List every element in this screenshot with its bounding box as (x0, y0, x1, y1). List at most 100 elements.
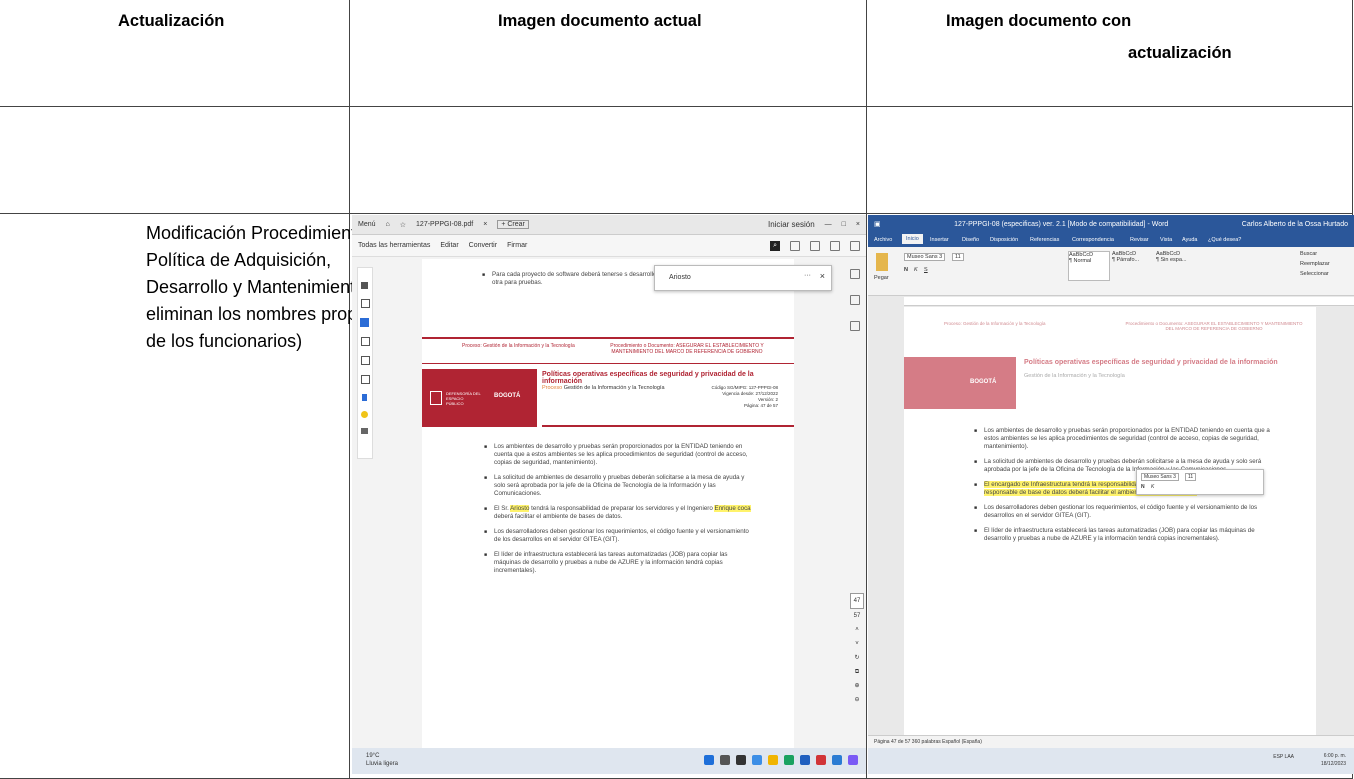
print-icon[interactable] (830, 240, 840, 251)
select-button[interactable]: Seleccionar (1300, 271, 1329, 277)
edge-icon[interactable] (784, 755, 794, 765)
mail-taskbar-icon[interactable] (816, 755, 826, 765)
ribbon-tab[interactable]: Diseño (962, 237, 979, 243)
ribbon-tab[interactable]: Disposición (990, 237, 1018, 243)
home-icon[interactable]: ⌂ (386, 221, 390, 228)
page-number[interactable]: 47 (850, 593, 864, 609)
chevron-down-icon[interactable]: ˅ (850, 637, 864, 651)
ribbon-tab[interactable]: Insertar (930, 237, 949, 243)
ribbon-tab[interactable]: Vista (1160, 237, 1172, 243)
copy-icon[interactable]: ⧉ (850, 665, 864, 679)
document-page: Actualización Imagen documento actual Im… (0, 0, 1354, 779)
pdf-page: Para cada proyecto de software deberá te… (422, 259, 794, 759)
save-icon[interactable]: ▣ (874, 220, 881, 228)
chrome-icon[interactable] (832, 755, 842, 765)
menu-button[interactable]: Menú (358, 221, 376, 228)
minimize-icon[interactable]: — (825, 221, 832, 228)
stamp-tool-icon[interactable] (361, 375, 370, 384)
find-popup: Ariosto ··· × (654, 265, 832, 291)
mini-italic-button[interactable]: K (1151, 484, 1154, 490)
ribbon-tab[interactable]: Archivo (874, 237, 892, 243)
start-icon[interactable] (704, 755, 714, 765)
paste-button[interactable]: Pegar (874, 275, 889, 281)
ribbon-tab[interactable]: Referencias (1030, 237, 1059, 243)
weather-temp: 19°C (366, 753, 380, 759)
mail-icon[interactable] (790, 240, 800, 251)
chevron-up-icon[interactable]: ˄ (850, 623, 864, 637)
column-header-current-image: Imagen documento actual (498, 12, 702, 30)
font-size-select[interactable]: 11 (952, 253, 964, 261)
store-icon[interactable] (800, 755, 810, 765)
logo-left: DEFENSORÍA DEL ESPACIO PÚBLICO (446, 391, 481, 406)
mini-size-select[interactable]: 11 (1185, 473, 1197, 481)
toolbar-edit[interactable]: Editar (440, 242, 458, 249)
tell-me-box[interactable]: ¿Qué desea? (1208, 237, 1241, 243)
bold-button[interactable]: N (904, 267, 908, 273)
select-tool-icon[interactable] (361, 282, 368, 289)
text-tool-icon[interactable] (361, 356, 370, 365)
column-header-updated-image: Imagen documento con (946, 12, 1132, 30)
weather-widget[interactable]: 19°C Lluvia ligera (366, 752, 398, 768)
task-view-icon[interactable] (736, 755, 746, 765)
style-no-spacing[interactable]: AaBbCcD ¶ Sin espa... (1156, 251, 1196, 279)
comments-icon[interactable] (850, 269, 860, 279)
toolbar-sign[interactable]: Firmar (507, 242, 527, 249)
ribbon-tab[interactable]: Ayuda (1182, 237, 1198, 243)
search-taskbar-icon[interactable] (720, 755, 730, 765)
more-tools-icon[interactable] (361, 428, 368, 434)
draw-tool-icon[interactable] (361, 337, 370, 346)
zoom-in-icon[interactable]: ⊕ (850, 679, 864, 693)
toolbar-all-tools[interactable]: Todas las herramientas (358, 242, 430, 249)
close-find-icon[interactable]: × (820, 271, 825, 281)
zoom-out-icon[interactable]: ⊖ (850, 693, 864, 707)
find-input[interactable]: Ariosto (669, 274, 691, 281)
mini-bold-button[interactable]: N (1141, 484, 1145, 490)
header-rule (422, 337, 794, 339)
more-options-icon[interactable]: ··· (804, 272, 811, 279)
pdf-tab[interactable]: 127-PPPGI-08.pdf (416, 221, 473, 228)
top-bullet: Para cada proyecto de software deberá te… (482, 271, 672, 287)
keyboard-lang[interactable]: ESP LAA (1273, 754, 1294, 760)
italic-button[interactable]: K (914, 267, 918, 273)
change-description: Modificación Procedimiento de Política d… (146, 220, 396, 355)
empty-cell (0, 106, 351, 214)
link-icon[interactable] (850, 240, 860, 251)
style-normal[interactable]: AaBbCcD ¶ Normal (1068, 251, 1110, 281)
clock[interactable]: 6:00 p. m. 18/12/2023 (1321, 752, 1346, 768)
font-name-select[interactable]: Museo Sans 3 (904, 253, 946, 261)
ribbon-tab[interactable]: Revisar (1130, 237, 1149, 243)
style-paragraph[interactable]: AaBbCcD ¶ Párrafo... (1112, 251, 1152, 279)
sign-in-button[interactable]: Iniciar sesión (768, 220, 815, 229)
underline-button[interactable]: S (924, 267, 928, 273)
crest-icon (430, 391, 442, 405)
folder-icon[interactable] (768, 755, 778, 765)
maximize-icon[interactable]: □ (842, 221, 846, 228)
mini-font-select[interactable]: Museo Sans 3 (1141, 473, 1179, 481)
find-button[interactable]: Buscar (1300, 251, 1317, 257)
word-title-bar: ▣ 127-PPPGI-08 (especificas) ver. 2.1 [M… (868, 215, 1354, 233)
chat-icon[interactable] (752, 755, 762, 765)
star-icon[interactable]: ☆ (400, 221, 406, 229)
color-picker-icon[interactable] (361, 411, 368, 418)
ribbon-tab-active[interactable]: Inicio (902, 234, 923, 244)
refresh-icon[interactable]: ↻ (850, 651, 864, 665)
toolbar-convert[interactable]: Convertir (469, 242, 497, 249)
cloud-icon[interactable] (810, 240, 820, 251)
search-icon[interactable]: ⌕ (770, 240, 780, 251)
bookmark-icon[interactable] (850, 295, 860, 305)
highlight-tool-icon[interactable] (360, 318, 369, 327)
close-icon[interactable]: × (856, 221, 860, 228)
comment-tool-icon[interactable] (361, 299, 370, 308)
list-item: Los desarrolladores deben gestionar los … (484, 528, 754, 544)
description-line: Desarrollo y Mantenimiento (se (146, 277, 396, 297)
teams-icon[interactable] (848, 755, 858, 765)
new-tab-button[interactable]: + Crear (497, 220, 529, 229)
pin-tool-icon[interactable] (362, 394, 367, 401)
ribbon-tab[interactable]: Correspondencia (1072, 237, 1114, 243)
replace-button[interactable]: Reemplazar (1300, 261, 1330, 267)
ruler (904, 297, 1354, 306)
close-tab-icon[interactable]: × (483, 221, 487, 228)
description-line: Modificación Procedimiento de (146, 223, 392, 243)
clipboard-icon[interactable] (876, 253, 888, 271)
grid-icon[interactable] (850, 321, 860, 331)
